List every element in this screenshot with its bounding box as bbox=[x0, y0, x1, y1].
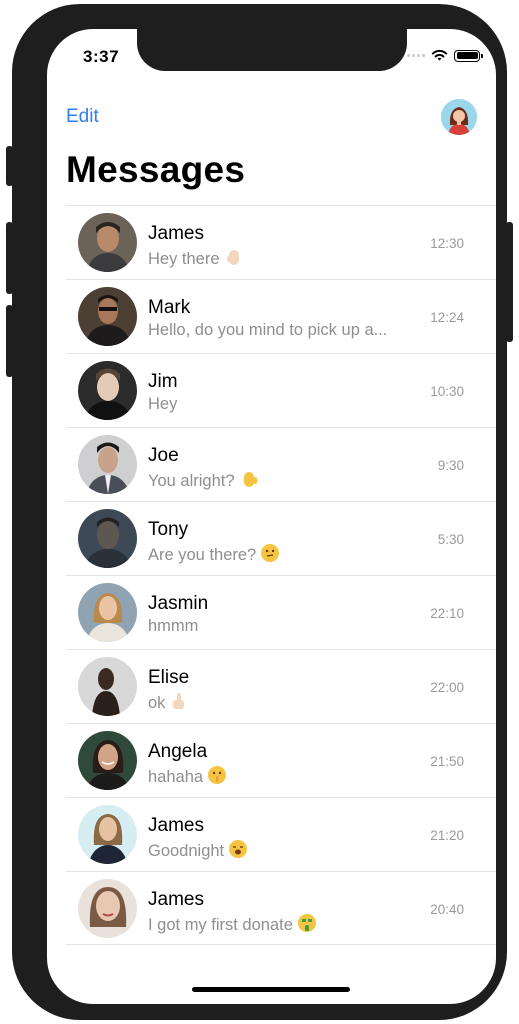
contact-name: James bbox=[148, 815, 204, 836]
contact-avatar bbox=[78, 583, 137, 642]
contact-name: James bbox=[148, 889, 204, 910]
raised-hand-icon bbox=[239, 469, 259, 494]
money-mouth-face-icon bbox=[297, 913, 317, 938]
message-preview: Are you there? bbox=[148, 543, 280, 568]
contact-avatar bbox=[78, 287, 137, 346]
phone-frame: 3:37 Edit Messages James Hey there 12:30… bbox=[12, 4, 507, 1020]
message-preview: Hey bbox=[148, 395, 178, 413]
battery-icon bbox=[454, 49, 483, 62]
contact-name: Jim bbox=[148, 371, 178, 392]
cellular-signal-icon bbox=[407, 54, 425, 57]
contact-name: Mark bbox=[148, 297, 191, 318]
power-button[interactable] bbox=[506, 222, 513, 342]
conversation-list: James Hey there 12:30 Mark Hello, do you… bbox=[66, 205, 496, 945]
wifi-icon bbox=[431, 49, 448, 61]
page-title: Messages bbox=[66, 149, 246, 190]
message-preview: hahaha bbox=[148, 765, 227, 790]
contact-avatar bbox=[78, 361, 137, 420]
contact-name: Jasmin bbox=[148, 593, 209, 614]
status-icons bbox=[407, 49, 483, 62]
message-preview: Goodnight bbox=[148, 839, 248, 864]
thumbs-up-icon bbox=[169, 691, 189, 716]
message-time: 12:30 bbox=[430, 236, 464, 251]
conversation-row[interactable]: Jim Hey 10:30 bbox=[66, 353, 496, 427]
conversation-row[interactable]: Tony Are you there? 5:30 bbox=[66, 501, 496, 575]
conversation-row[interactable]: Joe You alright? 9:30 bbox=[66, 427, 496, 501]
raised-back-hand-icon bbox=[224, 247, 244, 272]
message-time: 9:30 bbox=[437, 458, 464, 473]
message-time: 22:10 bbox=[430, 606, 464, 621]
message-time: 20:40 bbox=[430, 902, 464, 917]
message-time: 21:50 bbox=[430, 754, 464, 769]
profile-avatar[interactable] bbox=[441, 99, 477, 135]
contact-name: Angela bbox=[148, 741, 208, 762]
message-time: 21:20 bbox=[430, 828, 464, 843]
contact-avatar bbox=[78, 657, 137, 716]
message-preview: Hello, do you mind to pick up a... bbox=[148, 321, 388, 339]
message-time: 5:30 bbox=[437, 532, 464, 547]
contact-avatar bbox=[78, 435, 137, 494]
contact-avatar bbox=[78, 879, 137, 938]
conversation-row[interactable]: Mark Hello, do you mind to pick up a... … bbox=[66, 279, 496, 353]
conversation-row[interactable]: James Goodnight 21:20 bbox=[66, 797, 496, 871]
shushing-face-icon bbox=[207, 765, 227, 790]
profile-avatar-illustration bbox=[441, 99, 477, 135]
contact-name: Joe bbox=[148, 445, 179, 466]
status-time: 3:37 bbox=[83, 47, 120, 66]
contact-avatar bbox=[78, 213, 137, 272]
contact-avatar bbox=[78, 731, 137, 790]
message-time: 10:30 bbox=[430, 384, 464, 399]
message-preview: ok bbox=[148, 691, 189, 716]
message-time: 12:24 bbox=[430, 310, 464, 325]
contact-name: Elise bbox=[148, 667, 190, 688]
notch bbox=[137, 29, 407, 71]
contact-name: James bbox=[148, 223, 204, 244]
message-time: 22:00 bbox=[430, 680, 464, 695]
message-preview: You alright? bbox=[148, 469, 259, 494]
contact-name: Tony bbox=[148, 519, 189, 540]
message-preview: I got my first donate bbox=[148, 913, 317, 938]
thinking-face-icon bbox=[260, 543, 280, 568]
phone-screen: 3:37 Edit Messages James Hey there 12:30… bbox=[47, 29, 496, 1004]
message-preview: hmmm bbox=[148, 617, 199, 635]
conversation-row[interactable]: Elise ok 22:00 bbox=[66, 649, 496, 723]
conversation-row[interactable]: James Hey there 12:30 bbox=[66, 205, 496, 279]
home-indicator[interactable] bbox=[192, 987, 350, 992]
conversation-row[interactable]: Angela hahaha 21:50 bbox=[66, 723, 496, 797]
edit-button[interactable]: Edit bbox=[66, 106, 99, 128]
conversation-row[interactable]: James I got my first donate 20:40 bbox=[66, 871, 496, 945]
conversation-row[interactable]: Jasmin hmmm 22:10 bbox=[66, 575, 496, 649]
message-preview: Hey there bbox=[148, 247, 244, 272]
yawning-face-icon bbox=[228, 839, 248, 864]
contact-avatar bbox=[78, 509, 137, 568]
contact-avatar bbox=[78, 805, 137, 864]
